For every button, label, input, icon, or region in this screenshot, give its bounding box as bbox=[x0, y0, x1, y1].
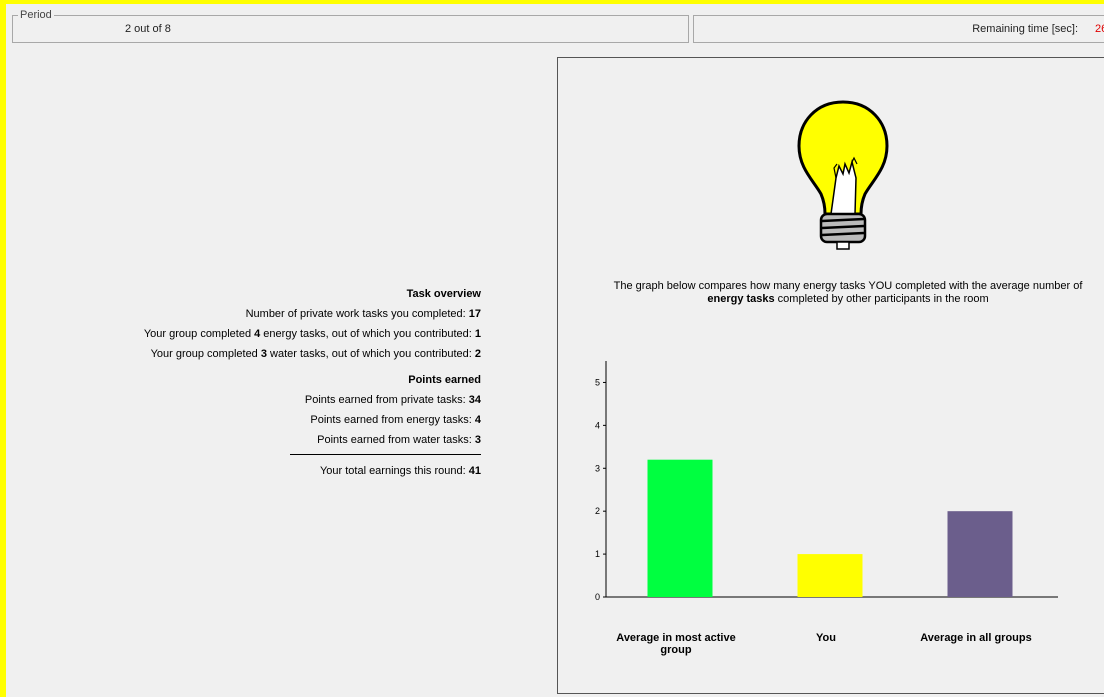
energy-tasks-line: Your group completed 4 energy tasks, out… bbox=[121, 328, 481, 340]
energy-tasks-bar-chart: 0 1 2 3 4 5 bbox=[595, 361, 1058, 602]
points-private-line: Points earned from private tasks: 34 bbox=[121, 394, 481, 406]
points-water-line: Points earned from water tasks: 3 bbox=[121, 434, 481, 446]
points-water-label: Points earned from water tasks: bbox=[317, 434, 475, 446]
points-private-value: 34 bbox=[468, 394, 481, 406]
water-tasks-middle: water tasks, out of which you contribute… bbox=[266, 348, 475, 360]
y-tick-label: 4 bbox=[595, 420, 600, 430]
x-tick-label: Average in most active group bbox=[616, 632, 736, 656]
points-energy-value: 4 bbox=[474, 414, 481, 426]
total-earnings-line: Your total earnings this round: 41 bbox=[121, 465, 481, 477]
private-tasks-label: Number of private work tasks you complet… bbox=[245, 308, 469, 320]
y-tick-label: 1 bbox=[595, 549, 600, 559]
bar-3 bbox=[947, 511, 1013, 597]
water-you-count: 2 bbox=[474, 348, 481, 360]
points-water-value: 3 bbox=[474, 434, 481, 446]
explain-text-end: completed by other participants in the r… bbox=[774, 293, 989, 305]
total-earnings-label: Your total earnings this round: bbox=[319, 465, 469, 477]
period-box: 2 out of 8 bbox=[12, 15, 689, 43]
y-tick-label: 0 bbox=[595, 592, 600, 602]
y-tick-label: 3 bbox=[595, 463, 600, 473]
energy-tasks-middle: energy tasks, out of which you contribut… bbox=[260, 328, 475, 340]
water-tasks-line: Your group completed 3 water tasks, out … bbox=[121, 348, 481, 360]
explain-text-start: The graph below compares how many energy… bbox=[613, 280, 1083, 292]
divider bbox=[290, 454, 481, 455]
x-tick-label: You bbox=[816, 632, 836, 644]
points-energy-line: Points earned from energy tasks: 4 bbox=[121, 414, 481, 426]
period-value: 2 out of 8 bbox=[125, 23, 171, 35]
bar-2 bbox=[797, 554, 863, 597]
chart-explanation: The graph below compares how many energy… bbox=[598, 280, 1098, 306]
period-legend: Period bbox=[18, 9, 54, 21]
remaining-time-value: 26 bbox=[1095, 23, 1104, 35]
energy-you-count: 1 bbox=[474, 328, 481, 340]
points-private-label: Points earned from private tasks: bbox=[304, 394, 469, 406]
remaining-time-box: Remaining time [sec]: 26 bbox=[693, 15, 1104, 43]
water-tasks-prefix: Your group completed bbox=[150, 348, 261, 360]
window-frame-top bbox=[0, 0, 1104, 4]
y-tick-label: 5 bbox=[595, 377, 600, 387]
energy-comparison-panel: The graph below compares how many energy… bbox=[557, 57, 1104, 694]
bar-1 bbox=[647, 459, 713, 597]
y-tick-label: 2 bbox=[595, 506, 600, 516]
task-overview-heading: Task overview bbox=[406, 288, 481, 300]
private-tasks-value: 17 bbox=[468, 308, 481, 320]
light-bulb-icon bbox=[797, 100, 889, 250]
points-earned-heading: Points earned bbox=[408, 374, 481, 386]
chart-x-labels: Average in most active group You Average i… bbox=[558, 632, 1098, 656]
x-tick-label: Average in all groups bbox=[920, 632, 1032, 644]
explain-text-bold: energy tasks bbox=[707, 293, 775, 305]
energy-tasks-prefix: Your group completed bbox=[143, 328, 255, 340]
task-overview: Task overview Number of private work tas… bbox=[121, 288, 481, 485]
total-earnings-value: 41 bbox=[468, 465, 481, 477]
points-energy-label: Points earned from energy tasks: bbox=[310, 414, 475, 426]
window-frame-left bbox=[0, 0, 6, 697]
private-tasks-line: Number of private work tasks you complet… bbox=[121, 308, 481, 320]
remaining-time-label: Remaining time [sec]: bbox=[972, 23, 1078, 35]
